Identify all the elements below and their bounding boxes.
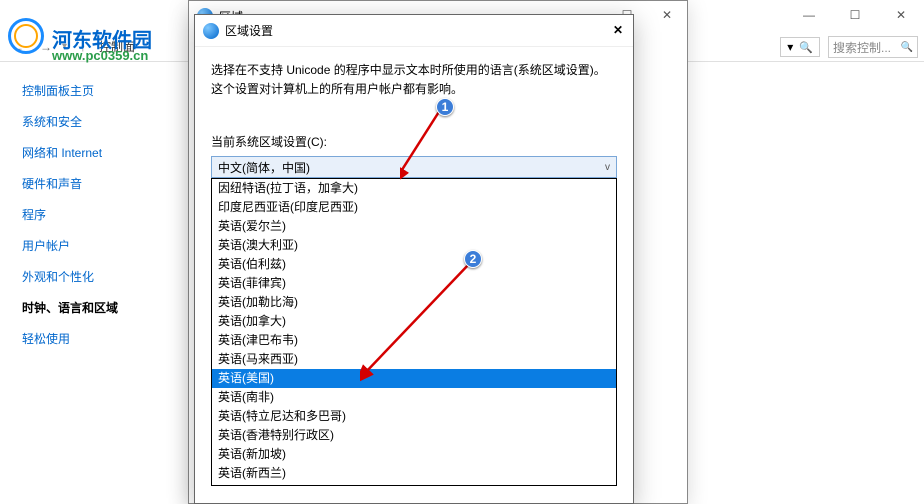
search-icon-small: 🔍 [799,41,813,54]
chevron-down-icon: ▾ [787,40,793,54]
globe-icon [203,23,219,39]
locale-current-value: 中文(简体，中国) [218,159,310,176]
locale-option[interactable]: 英语(新加坡) [212,445,616,464]
locale-option[interactable]: 英语(南非) [212,388,616,407]
forward-button[interactable]: → [34,35,58,59]
locale-description: 选择在不支持 Unicode 的程序中显示文本时所使用的语言(系统区域设置)。这… [211,61,617,99]
sidebar-item-users[interactable]: 用户帐户 [22,237,186,254]
annotation-badge-1: 1 [436,98,454,116]
search-placeholder: 搜索控制... [833,39,891,56]
sidebar-item-system[interactable]: 系统和安全 [22,113,186,130]
close-button[interactable]: ✕ [878,0,924,30]
sidebar: 控制面板主页 系统和安全 网络和 Internet 硬件和声音 程序 用户帐户 … [0,70,186,361]
region-close-button[interactable]: ✕ [647,1,687,29]
locale-option[interactable]: 英语(香港特别行政区) [212,426,616,445]
close-icon: ✕ [662,8,672,22]
locale-option[interactable]: 因纽特语(拉丁语，加拿大) [212,179,616,198]
sidebar-item-hardware[interactable]: 硬件和声音 [22,175,186,192]
maximize-icon: ☐ [850,8,861,22]
back-button[interactable]: ← [6,35,30,59]
locale-field-label: 当前系统区域设置(C): [211,133,617,150]
locale-option[interactable]: 英语(爱尔兰) [212,217,616,236]
minimize-icon: — [803,8,815,22]
locale-dropdown-list[interactable]: 因纽特语(拉丁语，加拿大)印度尼西亚语(印度尼西亚)英语(爱尔兰)英语(澳大利亚… [211,178,617,486]
search-icon: 🔍 [901,42,913,53]
locale-close-button[interactable]: ✕ [613,21,623,39]
locale-option[interactable]: 英语(加拿大) [212,312,616,331]
minimize-button[interactable]: — [786,0,832,30]
locale-option[interactable]: 英语(津巴布韦) [212,331,616,350]
up-button[interactable]: ↑ [71,35,95,59]
locale-option[interactable]: 英语(特立尼达和多巴哥) [212,407,616,426]
sidebar-item-ease[interactable]: 轻松使用 [22,330,186,347]
sidebar-item-clock-lang-region[interactable]: 时钟、语言和区域 [22,299,186,316]
locale-option[interactable]: 英语(加勒比海) [212,293,616,312]
history-dropdown[interactable]: ▾ [62,41,67,52]
locale-titlebar: 区域设置 [195,15,633,47]
locale-settings-dialog: 区域设置 ✕ 选择在不支持 Unicode 的程序中显示文本时所使用的语言(系统… [194,14,634,504]
locale-title-text: 区域设置 [225,22,273,39]
locale-select[interactable]: 中文(简体，中国) v [211,156,617,178]
locale-option[interactable]: 印度尼西亚语(印度尼西亚) [212,198,616,217]
locale-option[interactable]: 英语(美国) [212,369,616,388]
chevron-down-icon: v [605,162,610,173]
locale-option[interactable]: 英语(新西兰) [212,464,616,483]
close-icon: ✕ [613,23,623,37]
sidebar-item-programs[interactable]: 程序 [22,206,186,223]
toolbar-right: ▾ 🔍 搜索控制... 🔍 [780,36,918,58]
sidebar-item-appearance[interactable]: 外观和个性化 [22,268,186,285]
breadcrumb[interactable]: 控制面 [99,38,135,55]
locale-option[interactable]: 英语(伯利兹) [212,255,616,274]
locale-option[interactable]: 英语(牙买加) [212,483,616,486]
locale-option[interactable]: 英语(菲律宾) [212,274,616,293]
sidebar-title[interactable]: 控制面板主页 [22,82,186,99]
annotation-badge-2: 2 [464,250,482,268]
maximize-button[interactable]: ☐ [832,0,878,30]
search-input[interactable]: 搜索控制... 🔍 [828,36,918,58]
view-dropdown[interactable]: ▾ 🔍 [780,37,820,57]
locale-option[interactable]: 英语(澳大利亚) [212,236,616,255]
locale-option[interactable]: 英语(马来西亚) [212,350,616,369]
main-window-buttons: — ☐ ✕ [786,0,924,30]
locale-body: 选择在不支持 Unicode 的程序中显示文本时所使用的语言(系统区域设置)。这… [195,47,633,500]
sidebar-item-network[interactable]: 网络和 Internet [22,144,186,161]
close-icon: ✕ [896,8,906,22]
